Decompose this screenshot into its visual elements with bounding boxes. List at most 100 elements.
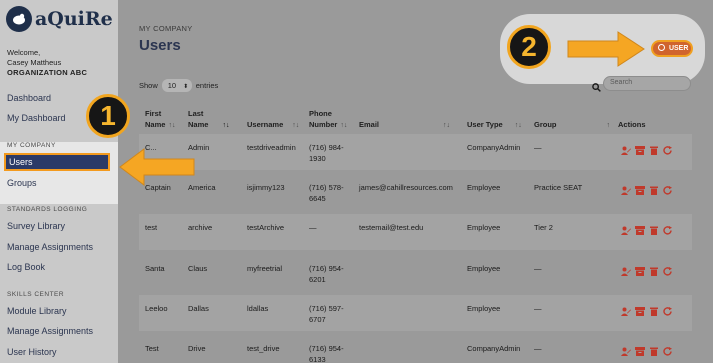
- user-name: Casey Mattheus: [7, 58, 62, 67]
- table-row: [139, 134, 692, 170]
- col-last-line1: Last: [188, 109, 204, 118]
- col-phone[interactable]: Phone Number ↑↓: [309, 108, 347, 131]
- archive-icon[interactable]: [635, 222, 645, 235]
- add-user-label: USER: [668, 45, 689, 52]
- col-group-label: Group: [534, 120, 557, 129]
- col-first-line2: Name: [145, 120, 166, 129]
- callout-badge-1: 1: [86, 94, 130, 138]
- show-label: Show: [139, 81, 158, 90]
- nav-my-dashboard[interactable]: My Dashboard: [7, 113, 66, 123]
- table-cell-last: Dallas: [188, 304, 209, 313]
- nav-groups[interactable]: Groups: [7, 178, 37, 188]
- section-my-company: MY COMPANY: [7, 142, 56, 149]
- entries-select[interactable]: 10 ⬍: [161, 79, 192, 92]
- sort-icon: ↑↓: [514, 122, 522, 129]
- table-cell-first: test: [145, 223, 158, 232]
- table-cell-phone-line2: 6645: [309, 194, 326, 203]
- nav-manage-assignments-skills[interactable]: Manage Assignments: [7, 326, 93, 336]
- table-cell-username: isjimmy123: [247, 183, 285, 192]
- table-cell-last: Claus: [188, 264, 208, 273]
- table-cell-username: test_drive: [247, 344, 280, 353]
- table-cell-last: Drive: [188, 344, 206, 353]
- logo-icon: [6, 6, 32, 32]
- nav-dashboard[interactable]: Dashboard: [7, 93, 51, 103]
- col-first-name[interactable]: First Name ↑↓: [145, 108, 175, 131]
- nav-log-book[interactable]: Log Book: [7, 262, 45, 272]
- search-icon: [592, 79, 601, 97]
- col-last-name[interactable]: Last Name ↑↓: [188, 108, 229, 131]
- reset-icon[interactable]: [663, 343, 673, 356]
- col-username[interactable]: Username ↑↓: [247, 119, 299, 131]
- table-cell-phone-line2: 6201: [309, 275, 326, 284]
- edit-user-icon[interactable]: [621, 182, 631, 195]
- reset-icon[interactable]: [663, 303, 673, 316]
- trash-icon[interactable]: [649, 182, 659, 195]
- col-email[interactable]: Email ↑↓: [359, 119, 450, 131]
- nav-user-history[interactable]: User History: [7, 347, 57, 357]
- nav-manage-assignments[interactable]: Manage Assignments: [7, 242, 93, 252]
- edit-user-icon[interactable]: [621, 222, 631, 235]
- trash-icon[interactable]: [649, 263, 659, 276]
- col-email-label: Email: [359, 120, 380, 129]
- table-cell-type: Employee: [467, 183, 501, 192]
- nav-users[interactable]: Users: [4, 153, 110, 171]
- table-cell-group: Practice SEAT: [534, 183, 583, 192]
- sort-icon: ↑: [606, 122, 611, 129]
- edit-user-icon[interactable]: [621, 303, 631, 316]
- edit-user-icon[interactable]: [621, 343, 631, 356]
- archive-icon[interactable]: [635, 303, 645, 316]
- table-cell-type: CompanyAdmin: [467, 344, 521, 353]
- entries-control: Show 10 ⬍ entries: [139, 79, 218, 92]
- reset-icon[interactable]: [663, 182, 673, 195]
- table-cell-first: Santa: [145, 264, 165, 273]
- reset-icon[interactable]: [663, 263, 673, 276]
- col-actions: Actions: [618, 120, 646, 129]
- reset-icon[interactable]: [663, 222, 673, 235]
- sort-icon: ↑↓: [292, 122, 300, 129]
- sort-icon: ↑↓: [340, 122, 348, 129]
- table-cell-phone-line2: 1930: [309, 154, 326, 163]
- welcome-block: Welcome, Casey Mattheus ORGANIZATION ABC: [7, 48, 87, 78]
- archive-icon[interactable]: [635, 142, 645, 155]
- page-title: Users: [139, 37, 181, 54]
- col-user-type[interactable]: User Type ↑↓: [467, 119, 522, 131]
- table-cell-username: myfreetrial: [247, 264, 283, 273]
- table-cell-phone: (716) 954-: [309, 264, 344, 273]
- reset-icon[interactable]: [663, 142, 673, 155]
- row-actions: [621, 182, 673, 195]
- trash-icon[interactable]: [649, 142, 659, 155]
- table-cell-phone: —: [309, 223, 317, 232]
- table-cell-username: testdriveadmin: [247, 143, 296, 152]
- section-skills-center: SKILLS CENTER: [7, 291, 65, 298]
- nav-module-library[interactable]: Module Library: [7, 306, 67, 316]
- edit-user-icon[interactable]: [621, 142, 631, 155]
- table-cell-phone-line2: 6707: [309, 315, 326, 324]
- table-cell-type: Employee: [467, 223, 501, 232]
- table-cell-email: testemail@test.edu: [359, 223, 424, 232]
- table-cell-email: james@cahillresources.com: [359, 183, 453, 192]
- archive-icon[interactable]: [635, 343, 645, 356]
- table-cell-phone-line2: 6133: [309, 355, 326, 363]
- table-cell-phone: (716) 954-: [309, 344, 344, 353]
- add-user-button[interactable]: USER: [651, 40, 693, 57]
- trash-icon[interactable]: [649, 222, 659, 235]
- row-actions: [621, 222, 673, 235]
- col-first-line1: First: [145, 109, 162, 118]
- brand-logo[interactable]: aQuiRe: [6, 6, 113, 32]
- table-cell-group: Tier 2: [534, 223, 553, 232]
- table-cell-phone: (716) 578-: [309, 183, 344, 192]
- edit-user-icon[interactable]: [621, 263, 631, 276]
- search-input[interactable]: Search: [603, 76, 691, 91]
- col-phone-line2: Number: [309, 120, 338, 129]
- table-cell-group: —: [534, 344, 542, 353]
- table-cell-username: ldallas: [247, 304, 269, 313]
- archive-icon[interactable]: [635, 263, 645, 276]
- table-cell-first: Test: [145, 344, 159, 353]
- archive-icon[interactable]: [635, 182, 645, 195]
- trash-icon[interactable]: [649, 303, 659, 316]
- trash-icon[interactable]: [649, 343, 659, 356]
- col-user-type-label: User Type: [467, 120, 503, 129]
- col-group[interactable]: Group ↑: [534, 119, 610, 131]
- nav-survey-library[interactable]: Survey Library: [7, 221, 65, 231]
- section-standards-logging: STANDARDS LOGGING: [7, 206, 88, 213]
